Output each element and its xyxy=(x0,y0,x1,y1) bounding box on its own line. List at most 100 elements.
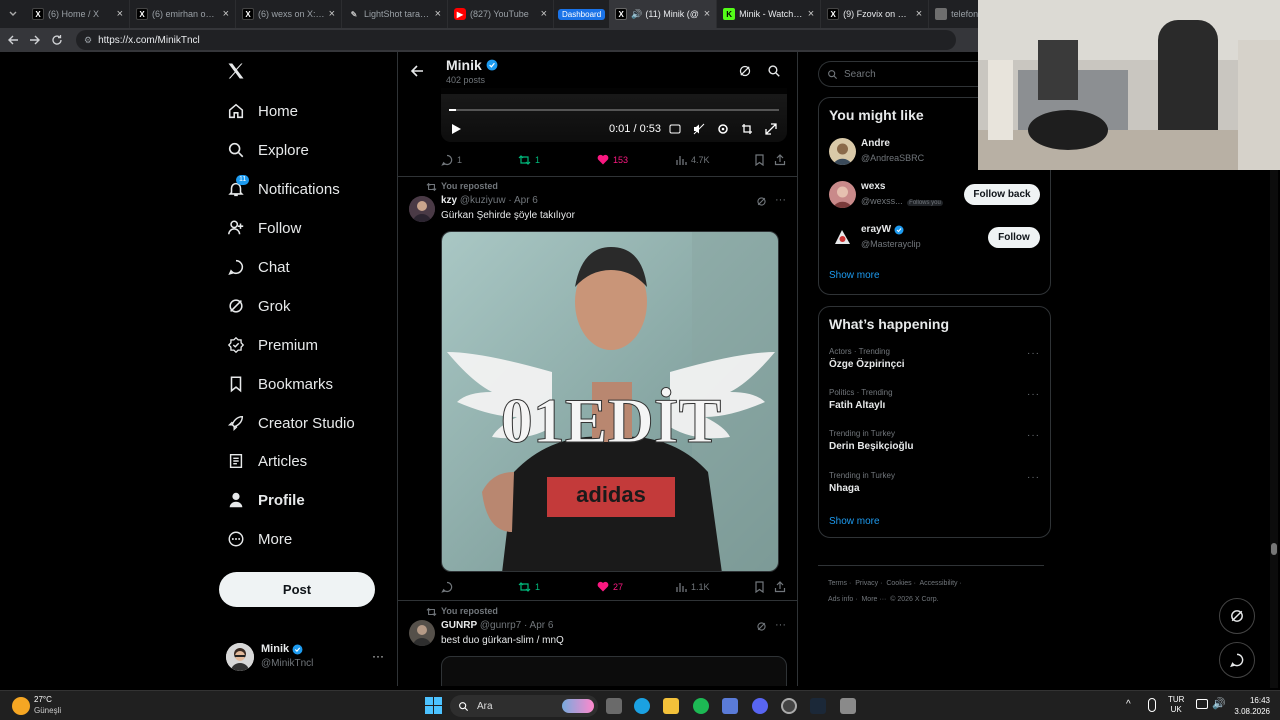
grok-icon[interactable] xyxy=(738,64,752,78)
tweet-media-image[interactable]: 01EDİT adidas xyxy=(441,231,779,572)
tweet-date[interactable]: · Apr 6 xyxy=(524,620,553,631)
task-view-icon[interactable] xyxy=(606,698,622,714)
tweet-media-video[interactable] xyxy=(441,656,787,686)
trend-menu-icon[interactable]: ··· xyxy=(1027,472,1040,483)
views-action[interactable]: 4.7K xyxy=(675,154,710,166)
browser-tab[interactable]: X(6) wexs on X: "esk× xyxy=(236,0,342,28)
repost-action[interactable]: 1 xyxy=(518,581,540,593)
captions-icon[interactable] xyxy=(669,123,681,135)
picture-in-picture-icon[interactable] xyxy=(741,123,753,135)
language-indicator[interactable]: TUR UK xyxy=(1168,695,1184,715)
close-tab-icon[interactable]: × xyxy=(329,8,335,20)
app-icon[interactable] xyxy=(722,698,738,714)
spotify-icon[interactable] xyxy=(693,698,709,714)
tweet-date[interactable]: · Apr 6 xyxy=(508,195,537,206)
windows-start-icon[interactable] xyxy=(425,697,442,714)
trend-item[interactable]: Politics · Trending Fatih Altaylı xyxy=(829,388,1041,411)
taskbar-search-box[interactable]: Ara xyxy=(450,695,598,717)
sidebar-item-chat[interactable]: Chat xyxy=(226,252,290,282)
browser-tab[interactable]: K Minik - Watch clip × xyxy=(717,0,822,28)
tweet[interactable]: You reposted GUNRP @gunrp7 · Apr 6 ··· b… xyxy=(398,601,797,686)
tray-chevron-icon[interactable]: ^ xyxy=(1126,699,1131,710)
dashboard-tab-group[interactable]: Dashboard xyxy=(558,8,606,20)
footer-link-cookies[interactable]: Cookies xyxy=(886,580,911,587)
show-more-link[interactable]: Show more xyxy=(829,516,880,527)
discord-icon[interactable] xyxy=(752,698,768,714)
footer-link-privacy[interactable]: Privacy xyxy=(855,580,878,587)
address-bar[interactable]: ⚙ https://x.com/MinikTncl xyxy=(76,30,956,50)
browser-tab[interactable]: ▶ (827) YouTube × xyxy=(448,0,554,28)
steam-icon[interactable] xyxy=(810,698,826,714)
sidebar-item-more[interactable]: More xyxy=(226,524,292,554)
browser-tab[interactable]: X (9) Fzovix on X: "E × xyxy=(821,0,930,28)
bookmark-icon[interactable] xyxy=(754,581,769,593)
scrollbar-thumb[interactable] xyxy=(1271,543,1277,555)
footer-link-ads-info[interactable]: Ads info xyxy=(828,596,853,603)
avatar[interactable] xyxy=(409,196,435,222)
close-tab-icon[interactable]: × xyxy=(704,8,710,20)
tab-search-dropdown[interactable] xyxy=(0,0,26,28)
trend-menu-icon[interactable]: ··· xyxy=(1027,389,1040,400)
sidebar-item-articles[interactable]: Articles xyxy=(226,446,307,476)
author-name[interactable]: kzy xyxy=(441,195,457,206)
grok-icon[interactable] xyxy=(756,621,767,632)
reply-action[interactable]: 1 xyxy=(441,154,462,166)
footer-link-accessibility[interactable]: Accessibility xyxy=(919,580,957,587)
reply-action[interactable] xyxy=(441,581,457,593)
tweet-menu-icon[interactable]: ··· xyxy=(775,194,786,206)
repost-action[interactable]: 1 xyxy=(518,154,540,166)
video-player[interactable]: 0:01 / 0:53 xyxy=(441,88,787,142)
author-handle[interactable]: @kuziyuw xyxy=(460,195,506,206)
account-switcher[interactable]: Minik @MinikTncl ··· xyxy=(226,641,396,673)
post-button[interactable]: Post xyxy=(219,572,375,607)
browser-tab[interactable]: X(6) emirhan on X: "× xyxy=(130,0,236,28)
back-arrow-icon[interactable] xyxy=(2,28,24,52)
chat-float-button[interactable] xyxy=(1219,642,1255,678)
search-input[interactable]: Search xyxy=(818,61,980,87)
grok-icon[interactable] xyxy=(756,196,767,207)
edge-browser-icon[interactable] xyxy=(634,698,650,714)
monitor-icon[interactable] xyxy=(1196,699,1208,709)
close-tab-icon[interactable]: × xyxy=(435,8,441,20)
clock[interactable]: 16:43 3.08.2026 xyxy=(1232,695,1270,717)
close-tab-icon[interactable]: × xyxy=(916,8,922,20)
site-info-icon[interactable]: ⚙ xyxy=(84,35,92,46)
sidebar-item-follow[interactable]: Follow xyxy=(226,213,301,243)
reload-icon[interactable] xyxy=(46,28,68,52)
like-action[interactable]: 153 xyxy=(597,154,628,165)
footer-link-more[interactable]: More ··· xyxy=(861,596,886,603)
calculator-icon[interactable] xyxy=(840,698,856,714)
weather-sun-icon[interactable] xyxy=(12,697,30,715)
views-action[interactable]: 1.1K xyxy=(675,581,710,593)
account-menu-icon[interactable]: ··· xyxy=(372,649,384,663)
show-more-link[interactable]: Show more xyxy=(829,270,880,281)
weather-temp[interactable]: 27°C xyxy=(34,695,52,704)
video-progress-track[interactable] xyxy=(449,109,779,111)
trend-menu-icon[interactable]: ··· xyxy=(1027,430,1040,441)
sidebar-item-premium[interactable]: Premium xyxy=(226,330,318,360)
weather-desc[interactable]: Güneşli xyxy=(34,706,61,715)
sidebar-item-creator-studio[interactable]: Creator Studio xyxy=(226,408,355,438)
search-icon[interactable] xyxy=(767,64,781,78)
grok-float-button[interactable] xyxy=(1219,598,1255,634)
trend-item[interactable]: Trending in Turkey Derin Beşikçioğlu xyxy=(829,429,1041,452)
sidebar-item-profile[interactable]: Profile xyxy=(226,485,305,515)
trend-item[interactable]: Actors · Trending Özge Özpirinçci xyxy=(829,347,1041,370)
share-icon[interactable] xyxy=(774,154,790,166)
follow-button[interactable]: Follow xyxy=(988,227,1040,248)
bookmark-icon[interactable] xyxy=(754,154,769,166)
browser-tab[interactable]: ✎ LightShot tarafındı × xyxy=(342,0,448,28)
file-explorer-icon[interactable] xyxy=(663,698,679,714)
chrome-icon[interactable] xyxy=(781,698,797,714)
speaker-icon[interactable]: 🔊 xyxy=(631,9,642,20)
close-tab-icon[interactable]: × xyxy=(808,8,814,20)
trend-menu-icon[interactable]: ··· xyxy=(1027,348,1040,359)
close-tab-icon[interactable]: × xyxy=(117,8,123,20)
footer-link-terms[interactable]: Terms xyxy=(828,580,847,587)
forward-arrow-icon[interactable] xyxy=(24,28,46,52)
tweet[interactable]: You reposted kzy @kuziyuw · Apr 6 ··· Gü… xyxy=(398,177,797,601)
play-icon[interactable] xyxy=(451,123,462,135)
mute-icon[interactable] xyxy=(693,123,705,135)
sidebar-item-explore[interactable]: Explore xyxy=(226,135,309,165)
back-arrow-icon[interactable] xyxy=(410,64,424,78)
